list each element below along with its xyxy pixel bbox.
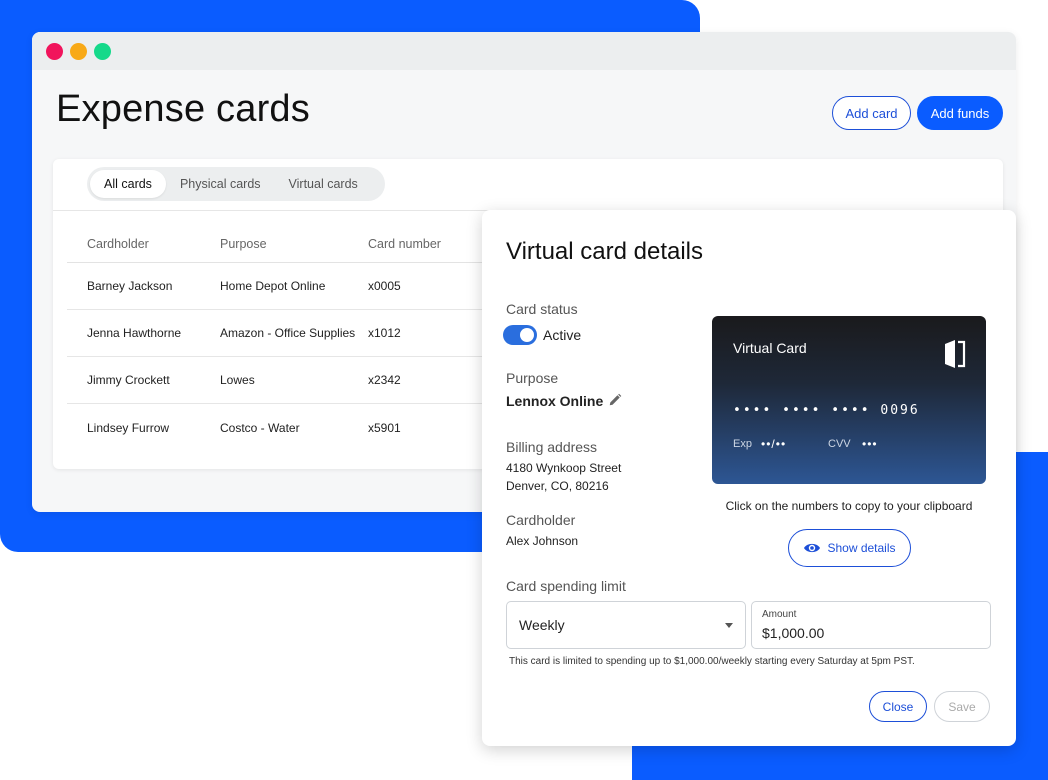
table-row[interactable]: Jimmy Crockett Lowes x2342	[67, 357, 507, 404]
cell-cardholder: Jimmy Crockett	[87, 373, 170, 387]
virtual-card-preview: Virtual Card •••• •••• •••• 0096 Exp ••/…	[712, 316, 986, 484]
cell-purpose: Home Depot Online	[220, 279, 326, 293]
card-status-value: Active	[543, 327, 582, 343]
column-header-card-number[interactable]: Card number	[368, 237, 441, 251]
cell-purpose: Amazon - Office Supplies	[220, 326, 356, 340]
eye-icon	[804, 543, 821, 553]
table-header: Cardholder Purpose Card number	[67, 225, 507, 263]
card-cvv-label: CVV	[828, 438, 851, 450]
clipboard-hint: Click on the numbers to copy to your cli…	[725, 499, 973, 513]
card-type-tabs: All cards Physical cards Virtual cards	[87, 167, 385, 201]
close-window-dot[interactable]	[46, 42, 63, 60]
caret-down-icon	[725, 623, 733, 628]
billing-address-line2: Denver, CO, 80216	[506, 479, 609, 493]
save-button[interactable]: Save	[934, 691, 990, 722]
pencil-icon[interactable]	[608, 393, 622, 407]
table-row[interactable]: Barney Jackson Home Depot Online x0005	[67, 263, 507, 310]
close-button[interactable]: Close	[869, 691, 927, 722]
cell-card-number: x0005	[368, 279, 401, 293]
column-header-cardholder[interactable]: Cardholder	[87, 237, 149, 251]
amount-label: Amount	[762, 609, 797, 620]
cell-card-number: x2342	[368, 373, 401, 387]
card-number-masked[interactable]: •••• •••• •••• 0096	[733, 403, 920, 418]
tab-all-cards[interactable]: All cards	[90, 170, 166, 198]
amount-value: $1,000.00	[762, 625, 825, 641]
cardholder-value: Alex Johnson	[506, 534, 579, 548]
minimize-window-dot[interactable]	[70, 42, 87, 60]
virtual-card-details-dialog: Virtual card details Card status Active …	[482, 210, 1016, 746]
limit-period-value: Weekly	[519, 617, 565, 633]
table-row[interactable]: Jenna Hawthorne Amazon - Office Supplies…	[67, 310, 507, 357]
card-status-label: Card status	[506, 301, 578, 317]
maximize-window-dot[interactable]	[94, 42, 111, 60]
billing-address-label: Billing address	[506, 439, 598, 455]
purpose-label: Purpose	[506, 370, 559, 386]
limit-note: This card is limited to spending up to $…	[509, 656, 915, 667]
amount-field[interactable]: Amount $1,000.00	[751, 601, 991, 649]
cell-cardholder: Lindsey Furrow	[87, 420, 170, 435]
cell-cardholder: Barney Jackson	[87, 279, 173, 293]
cell-purpose: Lowes	[220, 373, 255, 387]
billing-address-line1: 4180 Wynkoop Street	[506, 461, 622, 475]
limit-period-select[interactable]: Weekly	[506, 601, 746, 649]
cell-cardholder: Jenna Hawthorne	[87, 326, 182, 340]
card-status-toggle[interactable]	[503, 325, 537, 345]
card-cvv-value[interactable]: •••	[862, 437, 878, 451]
tab-physical-cards[interactable]: Physical cards	[166, 170, 275, 198]
brand-logo-icon	[945, 340, 966, 368]
purpose-value: Lennox Online	[506, 393, 604, 409]
show-details-label: Show details	[827, 541, 896, 555]
add-card-button[interactable]: Add card	[832, 96, 911, 130]
page-title: Expense cards	[56, 88, 310, 130]
cardholder-label: Cardholder	[506, 512, 576, 528]
show-details-button[interactable]: Show details	[788, 529, 911, 567]
add-funds-button[interactable]: Add funds	[917, 96, 1003, 130]
table-row[interactable]: Lindsey Furrow Costco - Water x5901	[67, 404, 507, 451]
cell-card-number: x1012	[368, 326, 401, 340]
column-header-purpose[interactable]: Purpose	[220, 237, 267, 251]
dialog-title: Virtual card details	[506, 238, 703, 265]
virtual-card-title: Virtual Card	[733, 340, 807, 356]
window-titlebar	[32, 32, 1016, 70]
cell-purpose: Costco - Water	[220, 420, 300, 435]
tab-virtual-cards[interactable]: Virtual cards	[275, 170, 372, 198]
card-exp-value[interactable]: ••/••	[761, 437, 786, 451]
card-exp-label: Exp	[733, 438, 752, 450]
cell-card-number: x5901	[368, 420, 401, 435]
spending-limit-label: Card spending limit	[506, 578, 626, 594]
